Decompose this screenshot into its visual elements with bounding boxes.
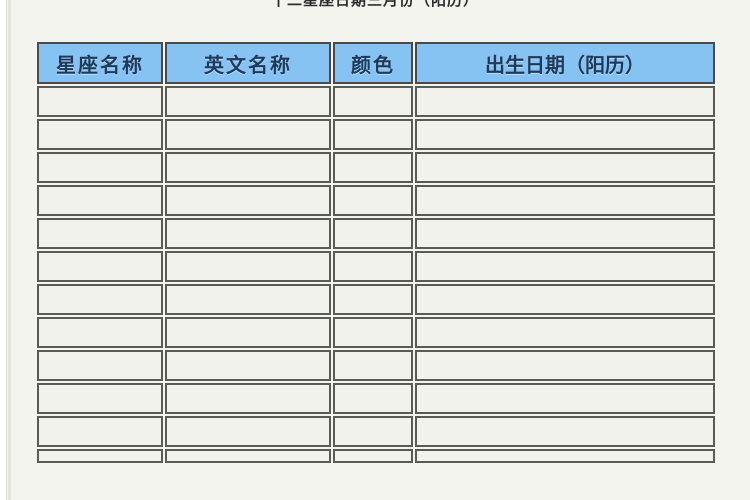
table-row [37, 185, 715, 216]
zodiac-name-cell [37, 383, 163, 414]
table-row [37, 350, 715, 381]
zodiac-name-cell [37, 185, 163, 216]
birth-date-cell [415, 218, 715, 249]
birth-date-cell [415, 317, 715, 348]
english-name-cell [165, 251, 331, 282]
color-cell [333, 284, 413, 315]
color-cell [333, 185, 413, 216]
table-header: 星座名称 英文名称 颜色 出生日期（阳历） [37, 42, 715, 84]
table-row [37, 218, 715, 249]
column-header-birth-date: 出生日期（阳历） [415, 42, 715, 84]
table-row [37, 119, 715, 150]
zodiac-name-cell [37, 152, 163, 183]
color-cell [333, 218, 413, 249]
english-name-cell [165, 416, 331, 447]
zodiac-name-cell [37, 119, 163, 150]
color-cell [333, 251, 413, 282]
table-row-clipped [37, 449, 715, 463]
english-name-cell [165, 86, 331, 117]
zodiac-name-cell [37, 86, 163, 117]
color-cell [333, 416, 413, 447]
column-header-en-name: 英文名称 [165, 42, 331, 84]
english-name-cell [165, 284, 331, 315]
table-row [37, 152, 715, 183]
birth-date-cell [415, 185, 715, 216]
english-name-cell [165, 350, 331, 381]
color-cell [333, 119, 413, 150]
clipped-cell [165, 449, 331, 463]
column-header-label: 出生日期（阳历） [485, 52, 645, 77]
table-row [37, 383, 715, 414]
clipped-cell [37, 449, 163, 463]
caption-text: 十二星座日期三月份（阳历） [271, 0, 479, 7]
column-header-cn-name: 星座名称 [37, 42, 163, 84]
color-cell [333, 86, 413, 117]
birth-date-cell [415, 350, 715, 381]
zodiac-name-cell [37, 284, 163, 315]
page-left-shadow [8, 0, 11, 500]
zodiac-name-cell [37, 251, 163, 282]
english-name-cell [165, 317, 331, 348]
birth-date-cell [415, 152, 715, 183]
zodiac-table: 星座名称 英文名称 颜色 出生日期（阳历） [35, 40, 717, 465]
color-cell [333, 383, 413, 414]
birth-date-cell [415, 86, 715, 117]
zodiac-name-cell [37, 218, 163, 249]
english-name-cell [165, 383, 331, 414]
page-caption: 十二星座日期三月份（阳历） [0, 0, 750, 7]
column-header-color: 颜色 [333, 42, 413, 84]
color-cell [333, 350, 413, 381]
page-left-gutter [0, 0, 7, 500]
clipped-cell [415, 449, 715, 463]
english-name-cell [165, 119, 331, 150]
english-name-cell [165, 152, 331, 183]
zodiac-name-cell [37, 350, 163, 381]
column-header-label: 星座名称 [56, 52, 144, 77]
color-cell [333, 317, 413, 348]
birth-date-cell [415, 119, 715, 150]
table-row [37, 251, 715, 282]
birth-date-cell [415, 251, 715, 282]
birth-date-cell [415, 383, 715, 414]
table-row [37, 86, 715, 117]
zodiac-table-container: 星座名称 英文名称 颜色 出生日期（阳历） [35, 40, 717, 465]
color-cell [333, 152, 413, 183]
table-row [37, 416, 715, 447]
clipped-cell [333, 449, 413, 463]
column-header-label: 颜色 [351, 52, 395, 77]
table-body [37, 86, 715, 463]
zodiac-name-cell [37, 416, 163, 447]
birth-date-cell [415, 416, 715, 447]
table-row [37, 317, 715, 348]
table-header-row: 星座名称 英文名称 颜色 出生日期（阳历） [37, 42, 715, 84]
zodiac-name-cell [37, 317, 163, 348]
column-header-label: 英文名称 [204, 52, 292, 77]
english-name-cell [165, 185, 331, 216]
english-name-cell [165, 218, 331, 249]
table-row [37, 284, 715, 315]
birth-date-cell [415, 284, 715, 315]
